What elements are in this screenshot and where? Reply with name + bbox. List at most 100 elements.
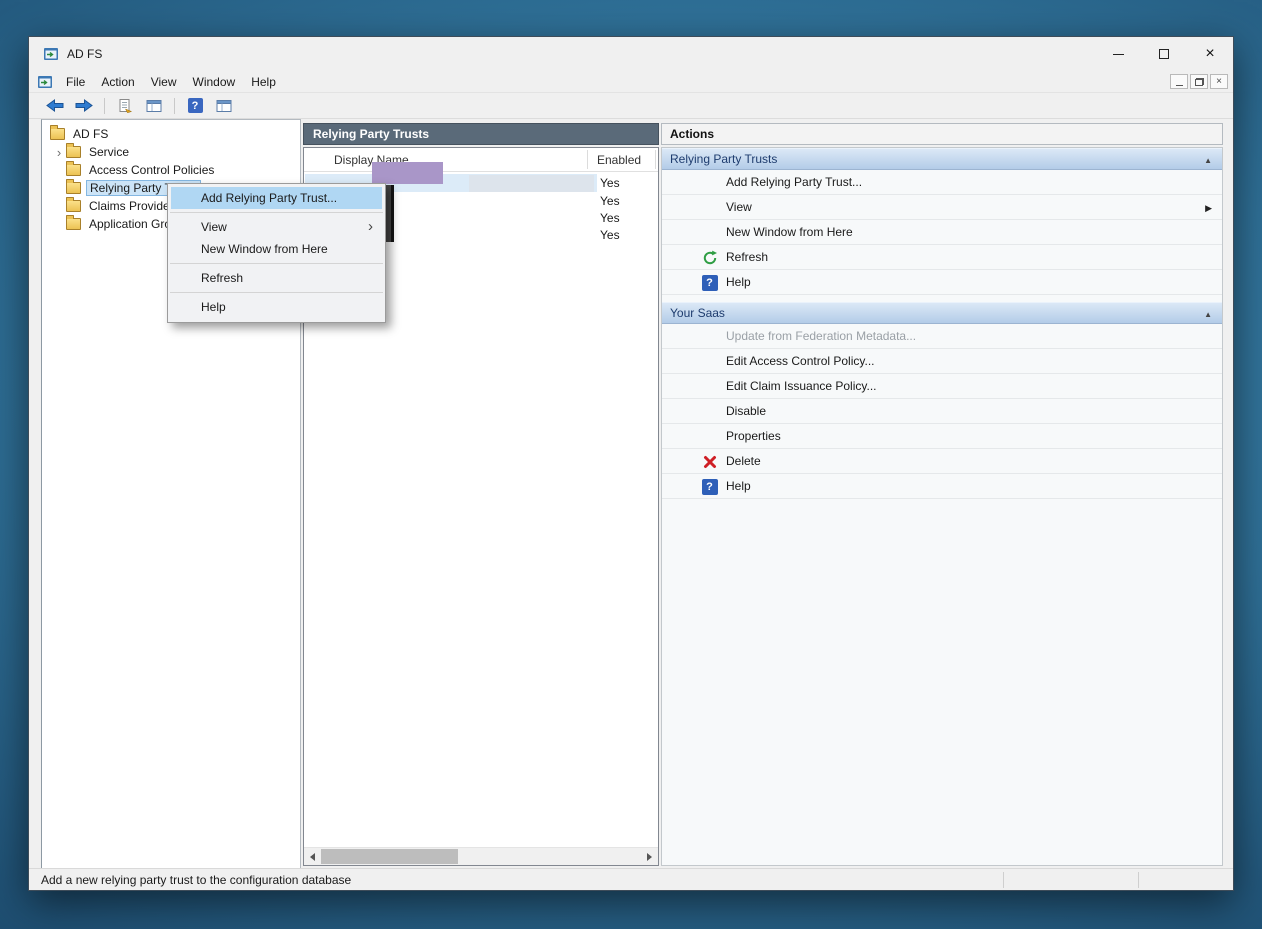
context-menu-label: Refresh — [201, 271, 243, 285]
help-button[interactable]: ? — [183, 95, 207, 117]
action-refresh[interactable]: Refresh — [662, 245, 1222, 270]
help-icon: ? — [701, 274, 718, 291]
action-label: New Window from Here — [726, 225, 853, 239]
toolbar-separator — [104, 98, 105, 114]
context-menu-label: Help — [201, 300, 226, 314]
status-divider — [1138, 872, 1139, 888]
menu-view[interactable]: View — [143, 72, 185, 92]
results-pane-title-label: Relying Party Trusts — [313, 127, 429, 141]
column-enabled[interactable]: Enabled — [597, 153, 641, 167]
show-console-tree-icon — [146, 99, 162, 113]
mdi-restore-button[interactable] — [1190, 74, 1208, 89]
results-pane-title: Relying Party Trusts — [303, 123, 659, 145]
context-menu-refresh[interactable]: Refresh — [171, 267, 382, 289]
folder-icon — [66, 164, 81, 176]
menu-window[interactable]: Window — [185, 72, 244, 92]
context-menu-separator — [170, 292, 383, 293]
action-new-window-from-here[interactable]: New Window from Here — [662, 220, 1222, 245]
context-menu-new-window-from-here[interactable]: New Window from Here — [171, 238, 382, 260]
action-help[interactable]: ? Help — [662, 270, 1222, 295]
status-text: Add a new relying party trust to the con… — [41, 873, 351, 887]
action-label: Help — [726, 479, 751, 493]
maximize-button[interactable] — [1141, 37, 1187, 71]
action-edit-access-control-policy[interactable]: Edit Access Control Policy... — [662, 349, 1222, 374]
action-label: Edit Access Control Policy... — [726, 354, 875, 368]
actions-section-your-saas[interactable]: Your Saas ▲ — [662, 302, 1222, 324]
column-divider[interactable] — [655, 150, 656, 169]
maximize-icon — [1159, 49, 1169, 59]
adfs-console-window: AD FS × File Action View Window Help × — [28, 36, 1234, 891]
tree-item-adfs[interactable]: AD FS — [42, 125, 300, 143]
action-properties[interactable]: Properties — [662, 424, 1222, 449]
enabled-cell: Yes — [600, 228, 620, 242]
collapse-arrow-icon[interactable]: ▲ — [1204, 156, 1212, 165]
mdi-restore-icon — [1195, 78, 1204, 86]
action-label: Disable — [726, 404, 766, 418]
action-help-saas[interactable]: ? Help — [662, 474, 1222, 499]
action-label: Refresh — [726, 250, 768, 264]
scroll-left-button[interactable] — [304, 848, 321, 865]
actions-pane-body: Relying Party Trusts ▲ Add Relying Party… — [661, 147, 1223, 866]
window-title: AD FS — [67, 47, 102, 61]
show-console-tree-button[interactable] — [142, 95, 166, 117]
column-divider[interactable] — [587, 150, 588, 169]
folder-icon — [50, 128, 65, 140]
context-menu-separator — [170, 263, 383, 264]
close-icon: × — [1205, 46, 1214, 62]
action-add-relying-party-trust[interactable]: Add Relying Party Trust... — [662, 170, 1222, 195]
section-header-label: Relying Party Trusts — [670, 152, 777, 166]
menu-file[interactable]: File — [58, 72, 93, 92]
tree-item-access-control-policies[interactable]: Access Control Policies — [42, 161, 300, 179]
tree-item-service[interactable]: › Service — [42, 143, 300, 161]
action-label: Delete — [726, 454, 761, 468]
action-edit-claim-issuance-policy[interactable]: Edit Claim Issuance Policy... — [662, 374, 1222, 399]
forward-arrow-icon — [75, 99, 93, 112]
context-menu-view[interactable]: View › — [171, 216, 382, 238]
menu-help[interactable]: Help — [243, 72, 284, 92]
submenu-arrow-icon: ▶ — [1205, 203, 1212, 214]
status-bar: Add a new relying party trust to the con… — [29, 868, 1233, 890]
actions-section-relying-party-trusts[interactable]: Relying Party Trusts ▲ — [662, 148, 1222, 170]
context-menu-add-relying-party-trust[interactable]: Add Relying Party Trust... — [171, 187, 382, 209]
scroll-right-button[interactable] — [641, 848, 658, 865]
actions-pane-title: Actions — [661, 123, 1223, 145]
section-header-label: Your Saas — [670, 306, 725, 320]
menu-action[interactable]: Action — [93, 72, 142, 92]
tree-item-label: Access Control Policies — [86, 162, 217, 178]
action-label: Help — [726, 275, 751, 289]
horizontal-scrollbar[interactable] — [304, 847, 658, 865]
close-button[interactable]: × — [1187, 37, 1233, 71]
action-delete[interactable]: Delete — [662, 449, 1222, 474]
action-view[interactable]: View ▶ — [662, 195, 1222, 220]
export-list-icon — [117, 98, 133, 114]
toolbar: ? — [29, 93, 1233, 119]
help-icon: ? — [188, 98, 203, 113]
status-divider — [1003, 872, 1004, 888]
scrollbar-thumb[interactable] — [321, 849, 458, 864]
context-menu-label: New Window from Here — [201, 242, 328, 256]
context-menu-separator — [170, 212, 383, 213]
refresh-icon — [701, 249, 718, 266]
mdi-close-button[interactable]: × — [1210, 74, 1228, 89]
context-menu-help[interactable]: Help — [171, 296, 382, 318]
mdi-minimize-button[interactable] — [1170, 74, 1188, 89]
actions-pane: Actions Relying Party Trusts ▲ Add Relyi… — [661, 119, 1223, 870]
title-bar[interactable]: AD FS × — [29, 37, 1233, 71]
collapse-arrow-icon[interactable]: ▲ — [1204, 310, 1212, 319]
expand-chevron-icon[interactable]: › — [52, 146, 66, 159]
forward-button[interactable] — [72, 95, 96, 117]
minimize-button[interactable] — [1095, 37, 1141, 71]
action-disable[interactable]: Disable — [662, 399, 1222, 424]
back-button[interactable] — [43, 95, 67, 117]
menu-bar: File Action View Window Help × — [29, 71, 1233, 93]
new-window-button[interactable] — [212, 95, 236, 117]
mdi-close-icon: × — [1216, 77, 1222, 87]
enabled-cell: Yes — [600, 176, 620, 190]
action-label: Properties — [726, 429, 781, 443]
folder-icon — [66, 146, 81, 158]
toolbar-separator — [174, 98, 175, 114]
action-label: Update from Federation Metadata... — [726, 329, 916, 343]
export-list-button[interactable] — [113, 95, 137, 117]
action-update-from-federation-metadata: Update from Federation Metadata... — [662, 324, 1222, 349]
actions-title-label: Actions — [670, 127, 714, 141]
